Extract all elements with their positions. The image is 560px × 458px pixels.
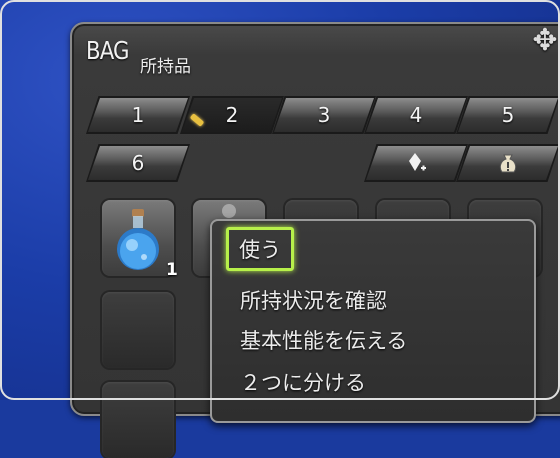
screenshot-frame	[0, 0, 560, 400]
